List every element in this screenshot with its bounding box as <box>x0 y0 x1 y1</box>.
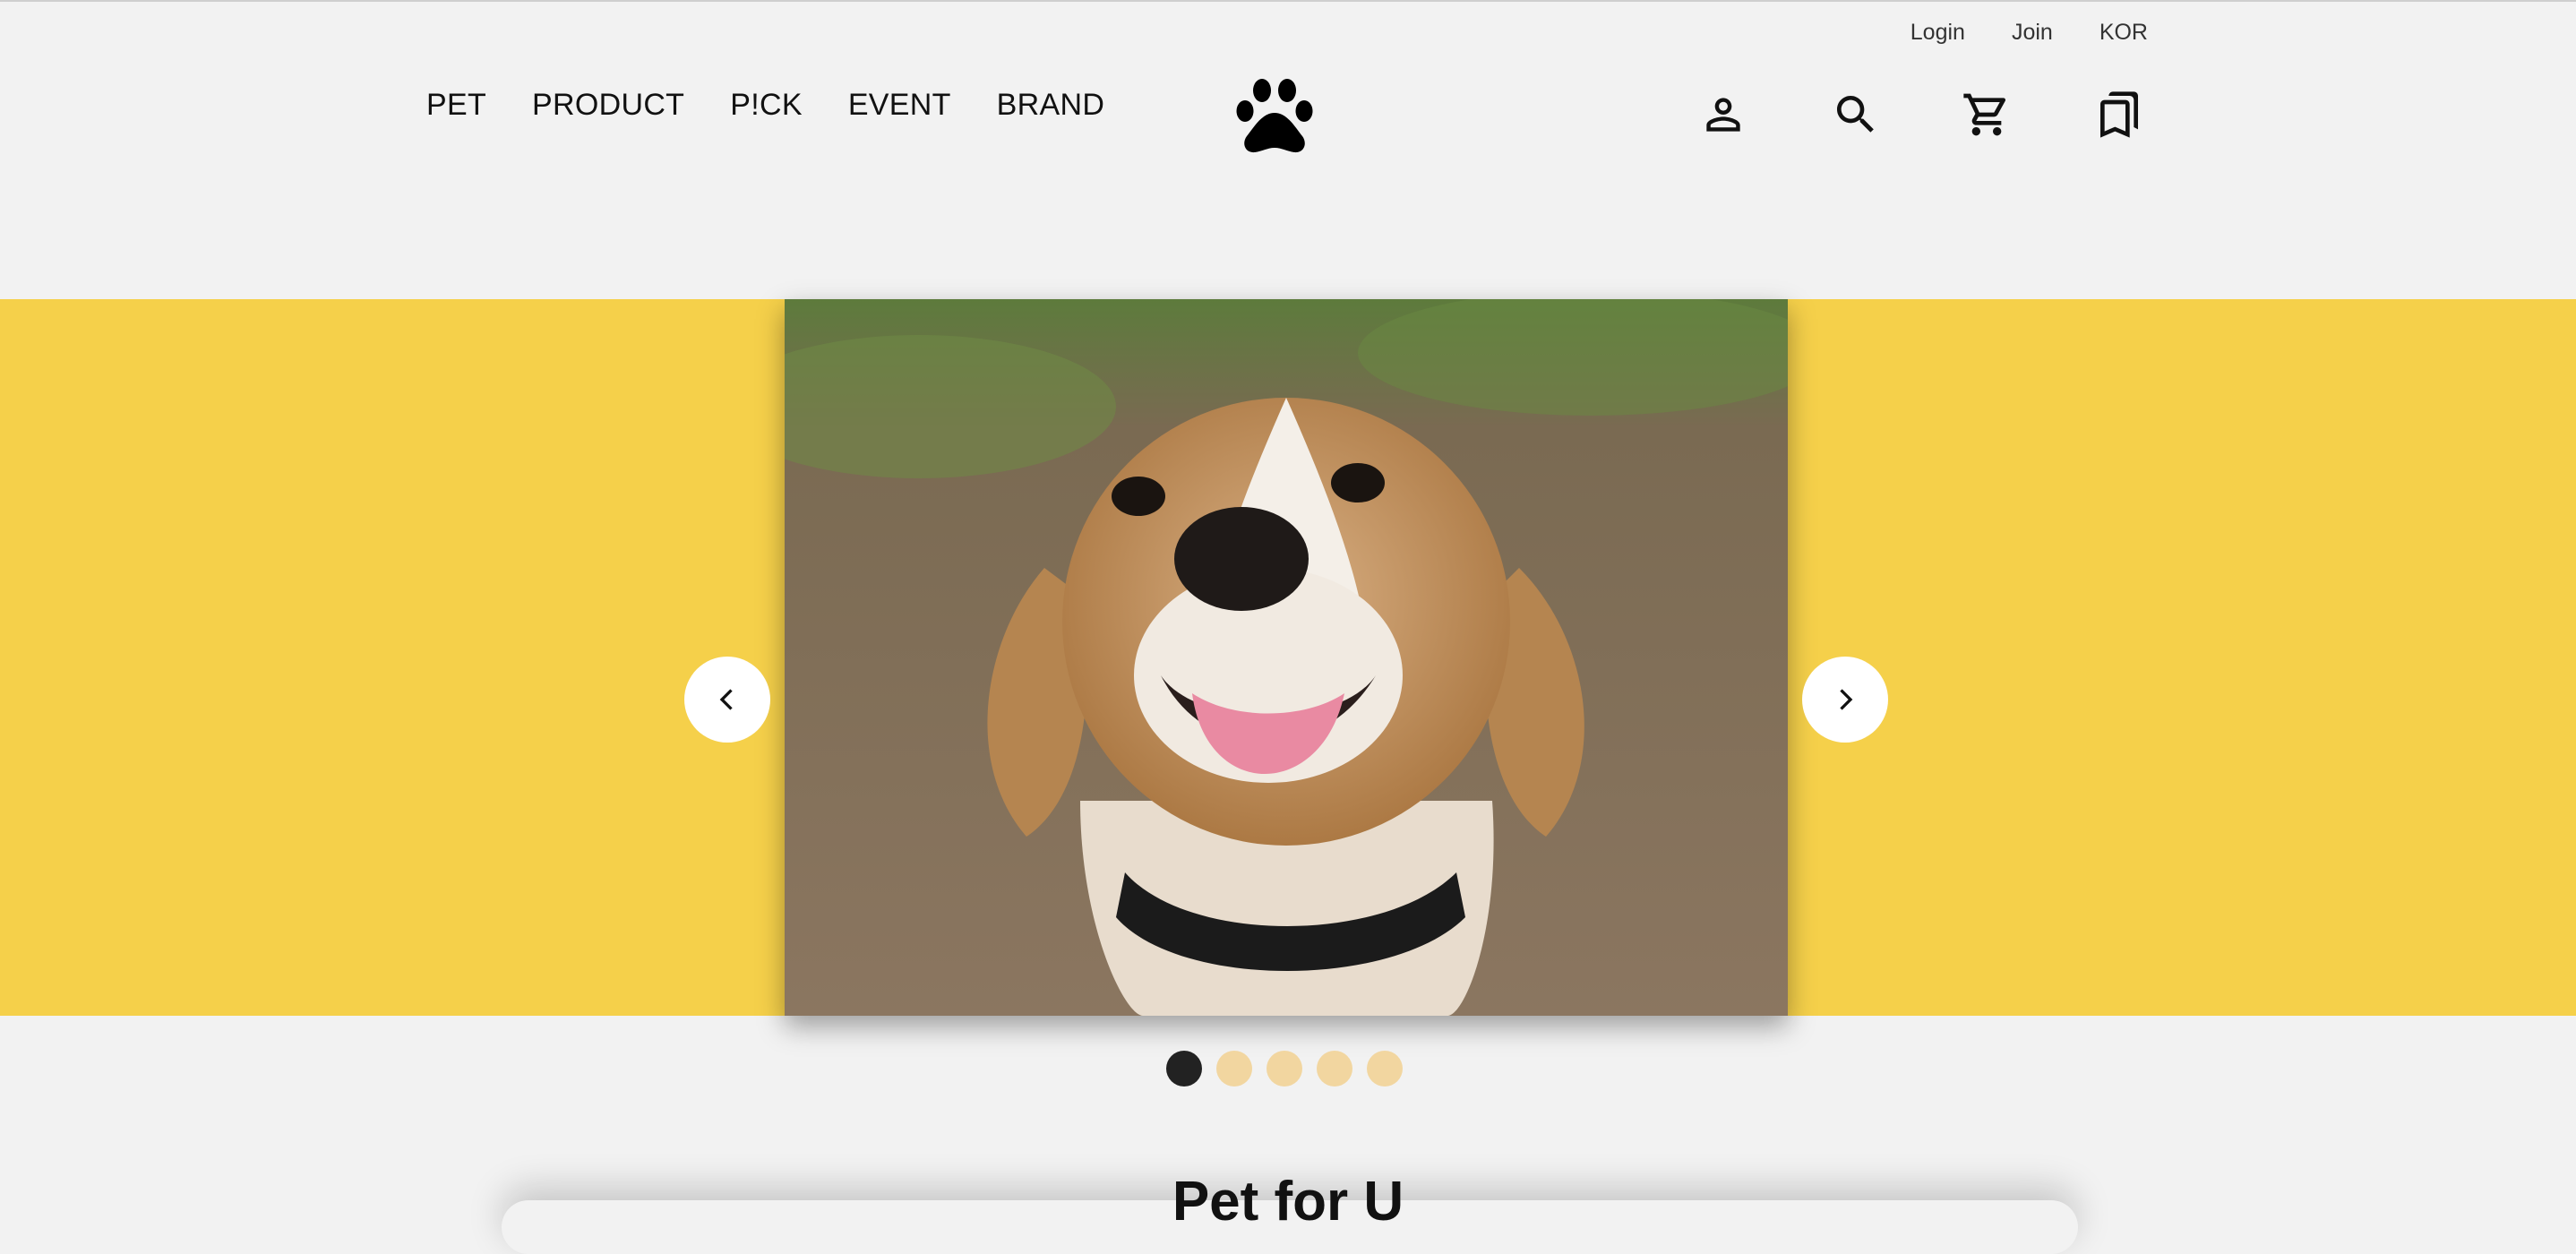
cart-icon[interactable] <box>1958 86 2015 143</box>
carousel-slide-image[interactable] <box>785 299 1788 1016</box>
nav-item-event[interactable]: EVENT <box>848 88 951 123</box>
nav-item-product[interactable]: PRODUCT <box>532 88 684 123</box>
carousel-dot[interactable] <box>1317 1051 1352 1087</box>
bookmarks-icon[interactable] <box>2091 86 2148 143</box>
user-icon[interactable] <box>1695 86 1752 143</box>
top-rule <box>0 0 2576 2</box>
chevron-right-icon <box>1840 689 1853 710</box>
chevron-left-icon <box>719 689 733 710</box>
beagle-photo <box>785 299 1788 1016</box>
carousel-dot[interactable] <box>1267 1051 1302 1087</box>
paw-logo-icon[interactable] <box>1232 77 1317 154</box>
carousel-next-button[interactable] <box>1802 657 1888 743</box>
carousel-pagination <box>1166 1051 1403 1087</box>
search-icon[interactable] <box>1827 86 1885 143</box>
nav-item-pet[interactable]: PET <box>426 88 486 123</box>
nav-item-pick[interactable]: P!CK <box>730 88 803 123</box>
carousel-dot[interactable] <box>1216 1051 1252 1087</box>
login-link[interactable]: Login <box>1911 20 1965 46</box>
carousel-dot[interactable] <box>1166 1051 1202 1087</box>
carousel-prev-button[interactable] <box>684 657 770 743</box>
join-link[interactable]: Join <box>2012 20 2053 46</box>
nav-item-brand[interactable]: BRAND <box>997 88 1105 123</box>
section-title: Pet for U <box>1172 1171 1404 1233</box>
utility-nav: Login Join KOR <box>1911 20 2148 46</box>
language-link[interactable]: KOR <box>2099 20 2148 46</box>
main-nav: PET PRODUCT P!CK EVENT BRAND <box>426 88 1104 123</box>
carousel-dot[interactable] <box>1367 1051 1403 1087</box>
